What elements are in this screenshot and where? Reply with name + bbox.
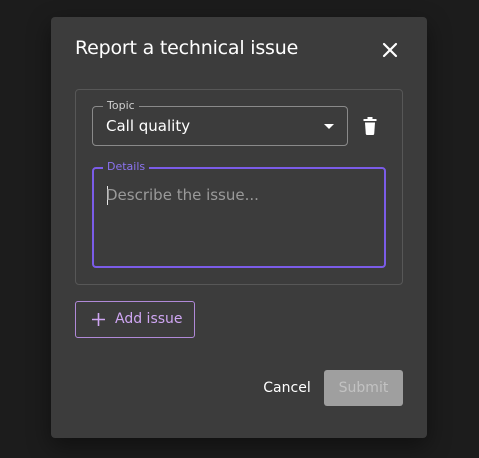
topic-label: Topic — [103, 99, 139, 113]
details-field[interactable]: Details — [92, 160, 386, 268]
close-button[interactable] — [379, 39, 401, 61]
delete-issue-button[interactable] — [362, 117, 378, 135]
dialog-title: Report a technical issue — [75, 37, 299, 59]
caret-down-icon — [324, 124, 334, 129]
close-icon — [382, 42, 398, 58]
report-issue-dialog: Report a technical issue Topic Call qual… — [51, 17, 427, 438]
add-issue-button[interactable]: Add issue — [75, 301, 195, 338]
topic-select[interactable]: Topic Call quality — [92, 99, 348, 146]
plus-icon — [92, 313, 105, 326]
issue-card: Topic Call quality Details — [75, 89, 403, 285]
trash-icon — [363, 117, 377, 135]
details-label: Details — [103, 160, 150, 174]
topic-value: Call quality — [106, 117, 191, 135]
add-issue-label: Add issue — [115, 311, 183, 327]
submit-button[interactable]: Submit — [324, 370, 403, 406]
cancel-button[interactable]: Cancel — [249, 370, 325, 406]
details-input[interactable] — [106, 184, 374, 254]
